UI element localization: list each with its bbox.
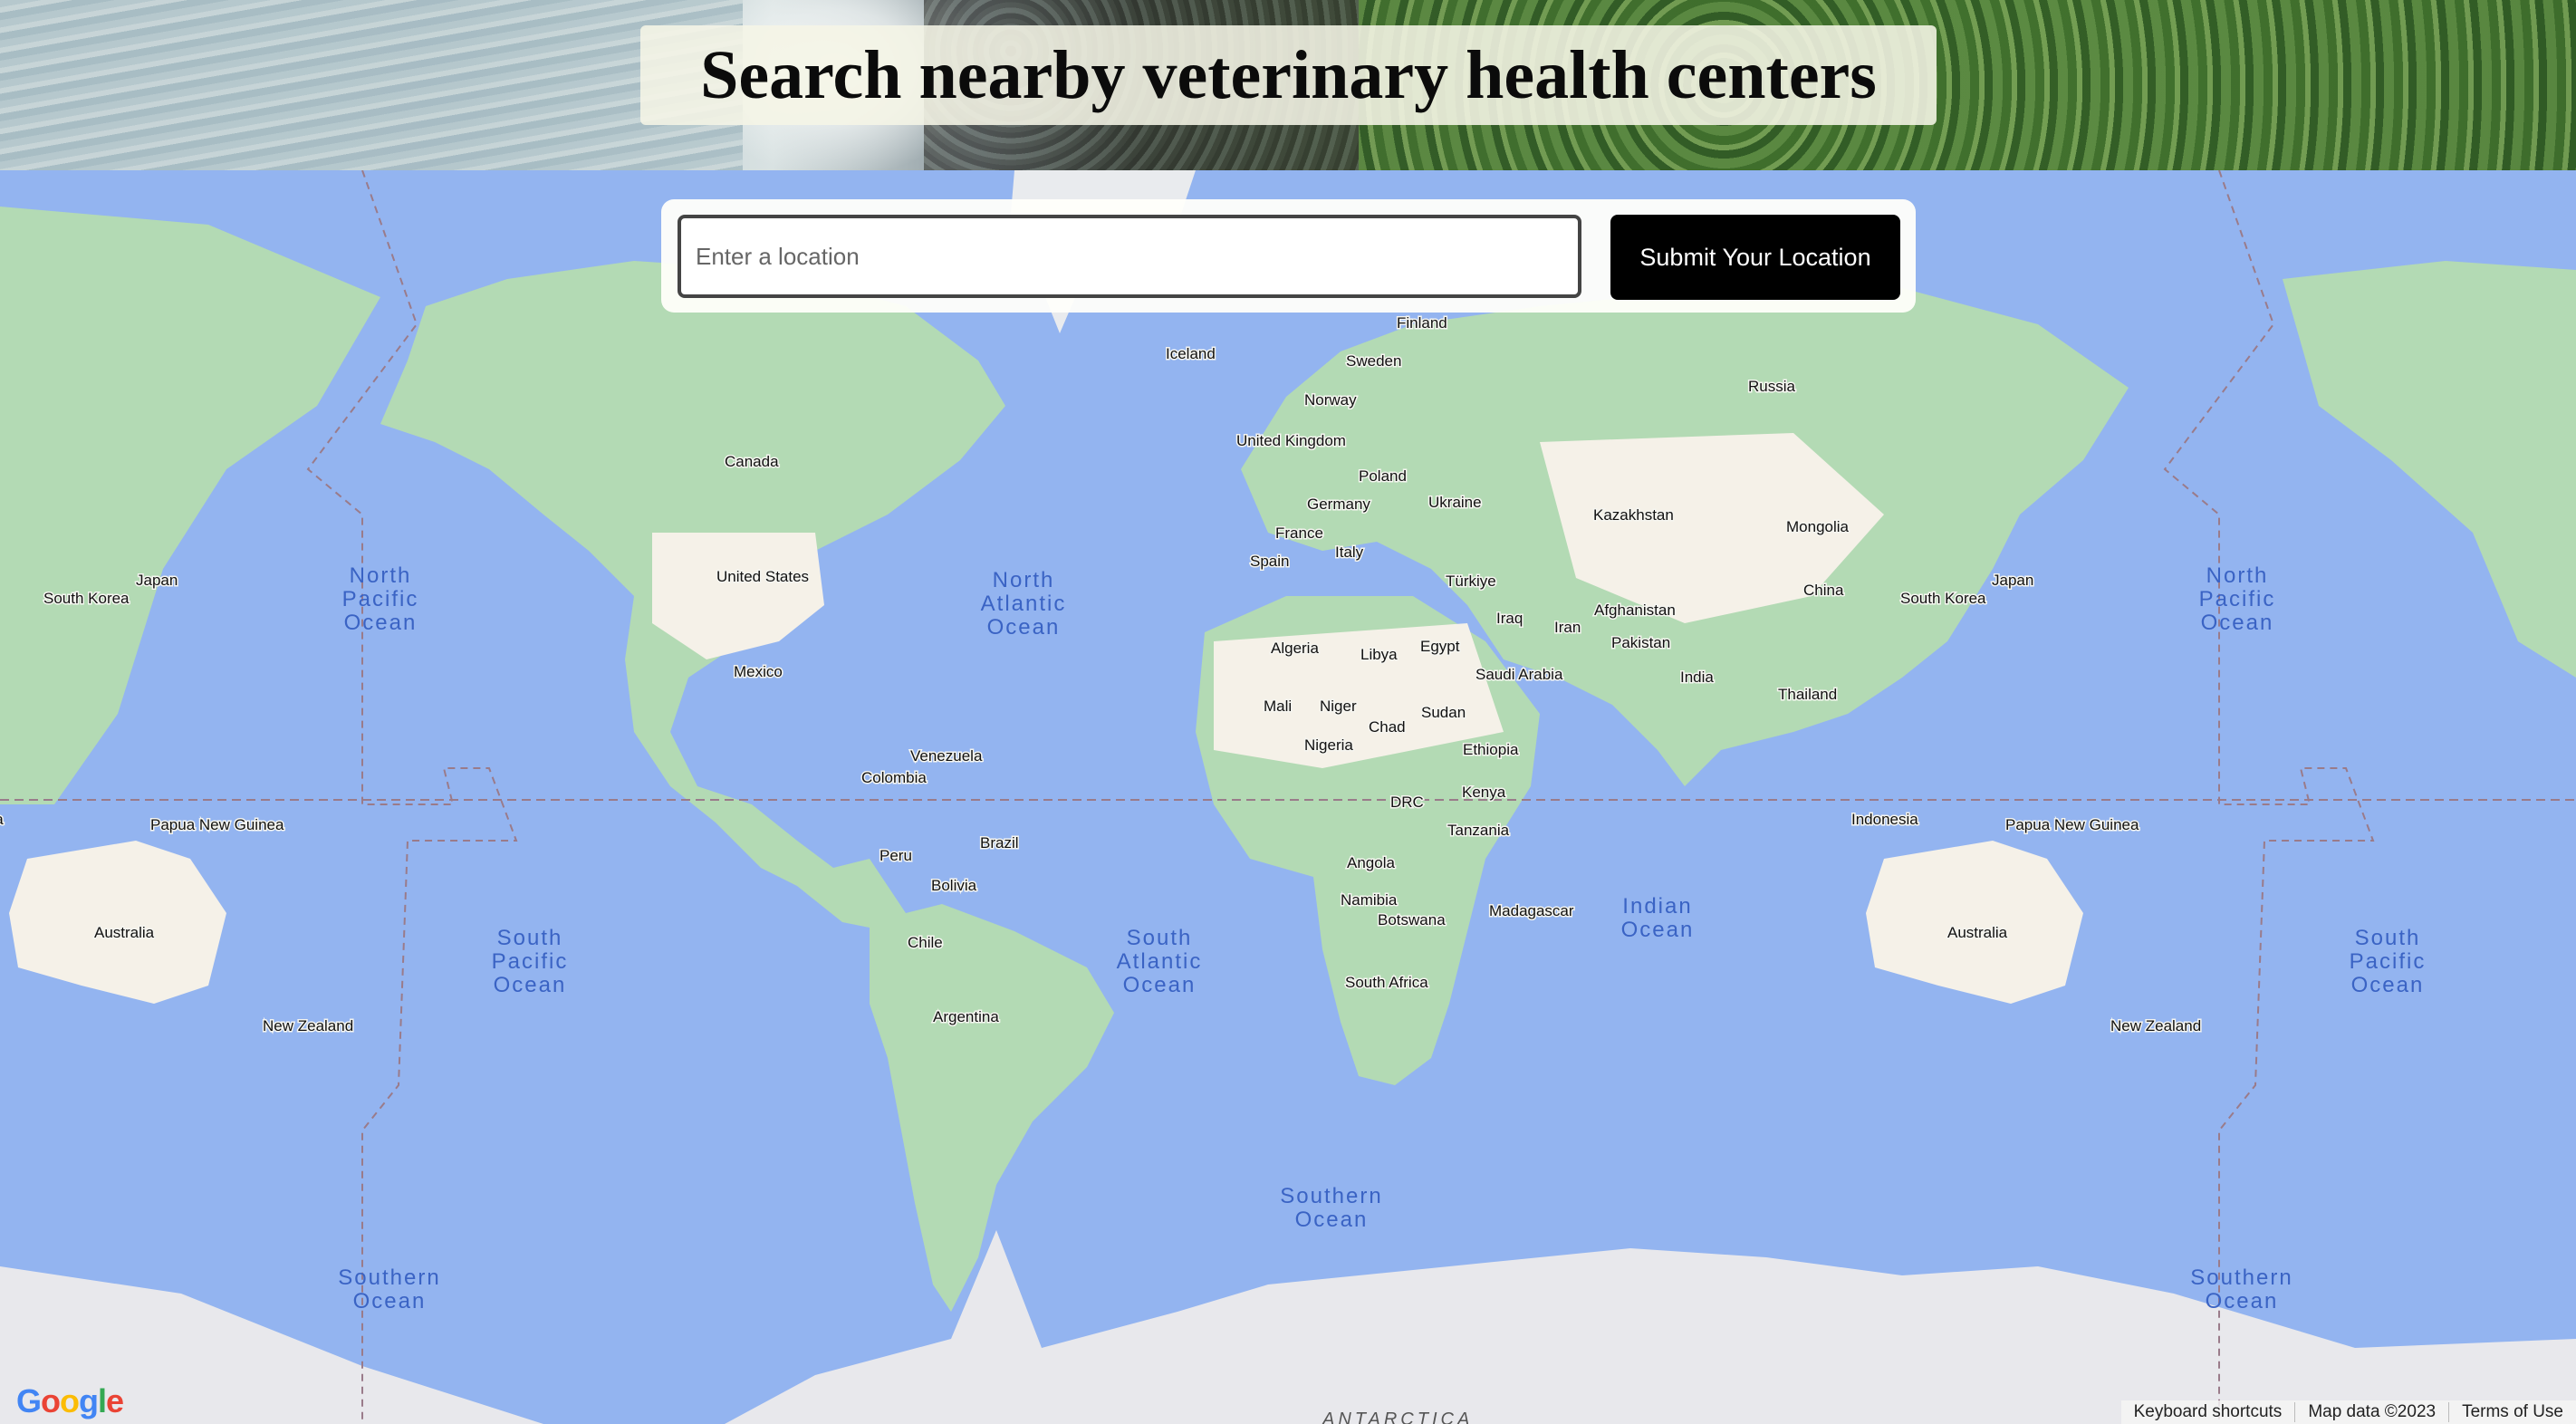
label-venezuela: Venezuela	[910, 747, 983, 765]
keyboard-shortcuts-link[interactable]: Keyboard shortcuts	[2121, 1402, 2295, 1422]
label-southern-ocean-left: Southern Ocean	[338, 1265, 440, 1313]
label-nigeria: Nigeria	[1304, 736, 1353, 754]
sea-photo	[0, 0, 743, 170]
label-united-kingdom: United Kingdom	[1236, 432, 1346, 449]
label-ethiopia: Ethiopia	[1463, 741, 1519, 758]
label-australia-right: Australia	[1947, 924, 2008, 941]
label-chile: Chile	[908, 934, 943, 951]
label-antarctica: ANTARCTICA	[1322, 1410, 1473, 1424]
australia-land-east	[1866, 841, 2083, 1004]
label-colombia: Colombia	[861, 769, 927, 786]
label-new-zealand-left: New Zealand	[263, 1017, 353, 1034]
submit-location-button[interactable]: Submit Your Location	[1610, 215, 1900, 300]
label-poland: Poland	[1359, 467, 1407, 485]
label-indonesia-right: Indonesia	[1851, 811, 1918, 828]
label-bolivia: Bolivia	[931, 877, 977, 894]
label-mongolia: Mongolia	[1786, 518, 1850, 535]
page-title: Search nearby veterinary health centers	[700, 36, 1877, 113]
label-saudi-arabia: Saudi Arabia	[1475, 666, 1563, 683]
label-indonesia-left: Indonesia	[0, 811, 4, 828]
label-argentina: Argentina	[933, 1008, 999, 1025]
label-japan-right: Japan	[1992, 572, 2033, 589]
label-norway: Norway	[1304, 391, 1357, 409]
label-north-pacific-left: North Pacific Ocean	[342, 563, 419, 635]
label-north-pacific-right: North Pacific Ocean	[2199, 563, 2276, 635]
label-south-pacific-right: South Pacific Ocean	[2350, 926, 2427, 997]
search-card: Submit Your Location	[661, 199, 1916, 313]
label-southern-ocean-right: Southern Ocean	[2190, 1265, 2292, 1313]
label-niger: Niger	[1320, 698, 1357, 715]
label-australia-left: Australia	[94, 924, 155, 941]
world-map[interactable]: Finland Iceland Sweden Norway Russia Uni…	[0, 170, 2576, 1424]
label-kenya: Kenya	[1462, 784, 1506, 801]
label-india: India	[1680, 669, 1714, 686]
map-data-label: Map data ©2023	[2294, 1402, 2448, 1422]
asia-left-land	[0, 207, 380, 804]
label-iceland: Iceland	[1166, 345, 1216, 362]
label-kazakhstan: Kazakhstan	[1593, 506, 1674, 524]
label-ukraine: Ukraine	[1428, 494, 1482, 511]
label-png-left: Papua New Guinea	[150, 816, 284, 833]
label-north-atlantic: North Atlantic Ocean	[981, 568, 1067, 640]
title-box: Search nearby veterinary health centers	[640, 25, 1937, 125]
label-italy: Italy	[1335, 544, 1364, 561]
label-afghanistan: Afghanistan	[1594, 601, 1676, 619]
terms-of-use-link[interactable]: Terms of Use	[2448, 1402, 2576, 1422]
label-turkiye: Türkiye	[1446, 572, 1496, 590]
label-south-atlantic: South Atlantic Ocean	[1117, 926, 1203, 997]
label-south-korea-right: South Korea	[1900, 590, 1986, 607]
label-japan-left: Japan	[136, 572, 178, 589]
header-banner: Search nearby veterinary health centers	[0, 0, 2576, 170]
label-drc: DRC	[1390, 794, 1424, 811]
label-south-korea-left: South Korea	[43, 590, 130, 607]
label-pakistan: Pakistan	[1611, 634, 1670, 651]
usa-dry	[652, 533, 824, 659]
label-namibia: Namibia	[1341, 891, 1398, 909]
label-southern-ocean-center: Southern Ocean	[1280, 1184, 1382, 1232]
label-sudan: Sudan	[1421, 704, 1466, 721]
north-america-right-land	[2283, 261, 2576, 678]
label-south-pacific-left: South Pacific Ocean	[492, 926, 569, 997]
label-peru: Peru	[879, 847, 912, 864]
label-libya: Libya	[1360, 646, 1398, 663]
label-angola: Angola	[1347, 854, 1395, 871]
label-sweden: Sweden	[1346, 352, 1401, 370]
australia-land-west	[9, 841, 226, 1004]
label-chad: Chad	[1369, 718, 1406, 736]
label-finland: Finland	[1397, 314, 1447, 332]
label-brazil: Brazil	[980, 834, 1019, 852]
label-algeria: Algeria	[1271, 640, 1319, 657]
label-mali: Mali	[1264, 698, 1292, 715]
label-new-zealand-right: New Zealand	[2110, 1017, 2201, 1034]
map-canvas[interactable]: Finland Iceland Sweden Norway Russia Uni…	[0, 170, 2576, 1424]
label-tanzania: Tanzania	[1447, 822, 1510, 839]
google-logo: Google	[16, 1382, 124, 1419]
label-canada: Canada	[725, 453, 779, 470]
label-indian-ocean: Indian Ocean	[1621, 894, 1695, 942]
label-botswana: Botswana	[1378, 911, 1446, 928]
label-china: China	[1803, 582, 1844, 599]
map-attribution: Keyboard shortcuts Map data ©2023 Terms …	[2120, 1400, 2576, 1424]
label-egypt: Egypt	[1420, 638, 1460, 655]
label-madagascar: Madagascar	[1489, 902, 1574, 919]
label-united-states: United States	[716, 568, 809, 585]
label-germany: Germany	[1307, 496, 1370, 513]
label-france: France	[1275, 524, 1323, 542]
label-mexico: Mexico	[734, 663, 783, 680]
label-thailand: Thailand	[1778, 686, 1837, 703]
antarctica-land-center	[725, 1230, 2576, 1424]
label-russia: Russia	[1748, 378, 1796, 395]
label-south-africa: South Africa	[1345, 974, 1428, 991]
label-png-right: Papua New Guinea	[2005, 816, 2139, 833]
location-search-input[interactable]	[678, 215, 1581, 298]
label-spain: Spain	[1250, 553, 1289, 570]
label-iraq: Iraq	[1496, 610, 1523, 627]
label-iran: Iran	[1554, 619, 1581, 636]
